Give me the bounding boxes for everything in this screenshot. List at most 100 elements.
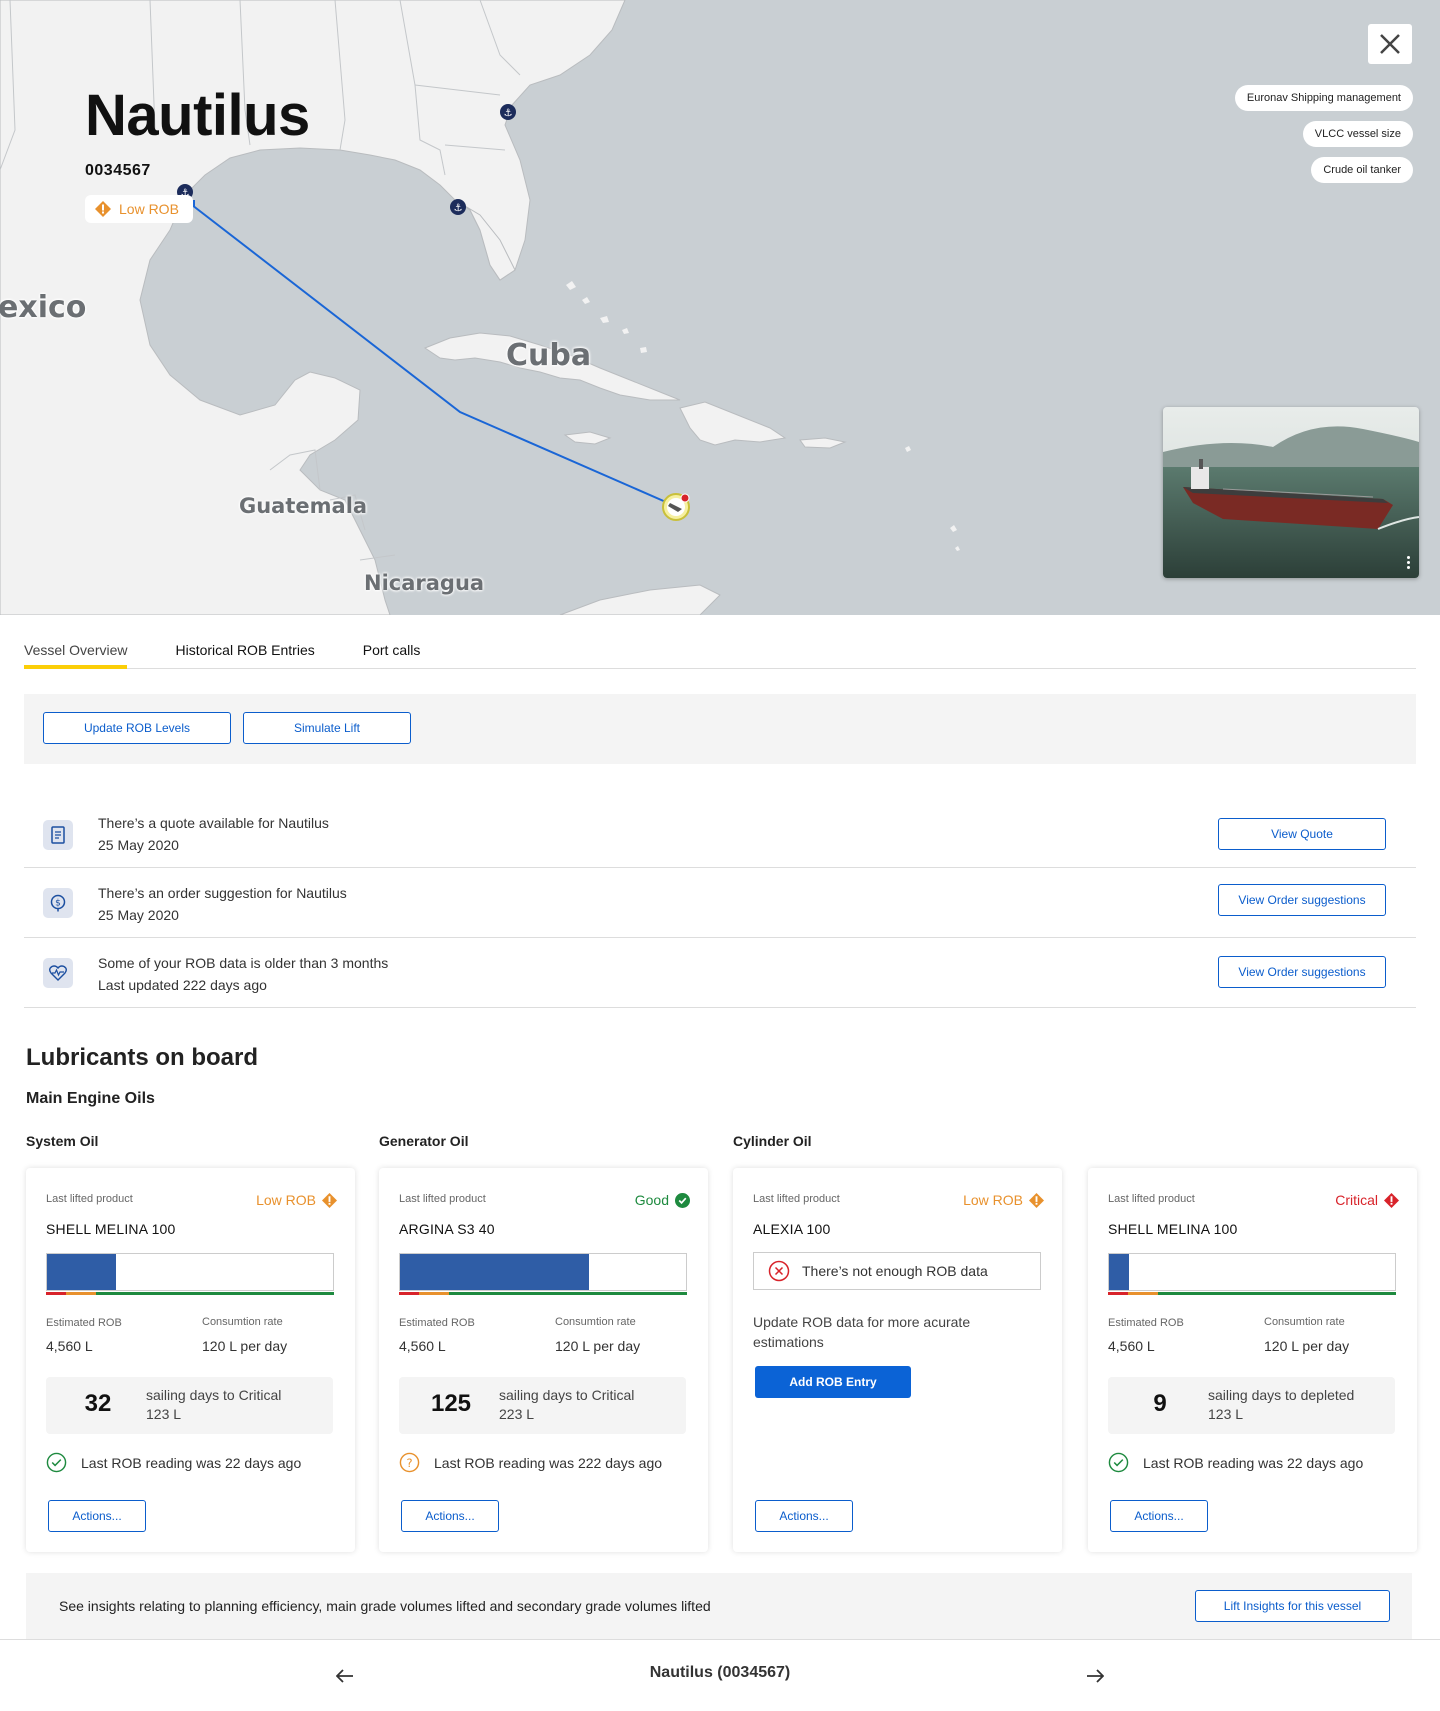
column-title-generator-oil: Generator Oil (379, 1133, 469, 1149)
vessel-tabs: Vessel Overview Historical ROB Entries P… (24, 615, 1416, 669)
tab-vessel-overview[interactable]: Vessel Overview (24, 615, 128, 669)
tab-historical-rob[interactable]: Historical ROB Entries (175, 615, 314, 668)
vessel-navigation-footer: Nautilus (0034567) (0, 1639, 1440, 1711)
last-lifted-label: Last lifted product (753, 1193, 840, 1205)
close-button[interactable] (1368, 24, 1412, 64)
main-engine-oils-title: Main Engine Oils (26, 1090, 155, 1107)
rob-scale (46, 1292, 334, 1295)
document-icon (43, 820, 73, 850)
rob-level-fill (1109, 1254, 1130, 1290)
notification-title: There’s a quote available for Nautilus (98, 815, 329, 831)
rob-scale (1108, 1292, 1396, 1295)
action-bar: Update ROB Levels Simulate Lift (24, 694, 1416, 764)
lift-insights-banner: See insights relating to planning effici… (26, 1573, 1412, 1639)
check-circle-icon (1108, 1452, 1129, 1473)
notification-date: 25 May 2020 (98, 837, 179, 853)
actions-button[interactable]: Actions... (1110, 1500, 1208, 1532)
sailing-days-volume: 123 L (1208, 1406, 1244, 1422)
vessel-image (1163, 407, 1419, 578)
status-badge: Good (635, 1192, 690, 1208)
tab-port-calls[interactable]: Port calls (363, 615, 421, 668)
notification-order-suggestion: $ There’s an order suggestion for Nautil… (24, 868, 1416, 938)
sailing-days-text: sailing days to Critical (499, 1387, 635, 1403)
status-badge: Critical (1335, 1192, 1399, 1208)
rob-level-bar (1108, 1253, 1396, 1291)
arrow-right-icon (1087, 1669, 1104, 1683)
actions-button[interactable]: Actions... (401, 1500, 499, 1532)
last-reading-text: Last ROB reading was 22 days ago (81, 1454, 302, 1471)
map-label-nicaragua: Nicaragua (364, 571, 485, 595)
notification-date: 25 May 2020 (98, 907, 179, 923)
consumption-rate-value: 120 L per day (202, 1338, 288, 1354)
actions-button[interactable]: Actions... (755, 1500, 853, 1532)
update-rob-hint: Update ROB data for more acurate estimat… (753, 1314, 971, 1350)
not-enough-data-text: There’s not enough ROB data (802, 1263, 988, 1279)
vessel-status-text: Low ROB (119, 201, 179, 217)
sailing-days-number: 32 (84, 1390, 112, 1417)
sailing-days-box: 125 sailing days to Critical 223 L (399, 1377, 686, 1434)
column-title-cylinder-oil: Cylinder Oil (733, 1133, 812, 1149)
lift-insights-button[interactable]: Lift Insights for this vessel (1195, 1590, 1390, 1622)
status-text: Good (634, 1192, 669, 1208)
vessel-name: Nautilus (85, 83, 310, 148)
sailing-days-box: 32 sailing days to Critical 123 L (46, 1377, 333, 1434)
last-lifted-label: Last lifted product (1108, 1193, 1195, 1205)
close-icon (1380, 34, 1400, 54)
check-filled-icon (675, 1192, 690, 1208)
sailing-days-text: sailing days to depleted (1208, 1387, 1355, 1403)
lubricants-title: Lubricants on board (26, 1044, 259, 1071)
last-reading: Last ROB reading was 22 days ago (1108, 1452, 1363, 1473)
not-enough-data-box: There’s not enough ROB data (753, 1252, 1041, 1290)
view-order-suggestions-button[interactable]: View Order suggestions (1218, 884, 1386, 916)
port-anchor-icon: ⚓ (450, 199, 466, 215)
vessel-photo[interactable] (1163, 407, 1419, 578)
consumption-rate-label: Consumtion rate (1264, 1316, 1345, 1328)
vessel-status-badge: Low ROB (85, 195, 193, 223)
vessel-position-marker (662, 493, 690, 521)
update-rob-button[interactable]: Update ROB Levels (43, 712, 231, 744)
svg-text:?: ? (406, 1456, 412, 1470)
heart-pulse-icon (43, 958, 73, 988)
simulate-lift-button[interactable]: Simulate Lift (243, 712, 411, 744)
estimated-rob-label: Estimated ROB (399, 1317, 475, 1329)
vessel-id: 0034567 (85, 162, 151, 179)
view-order-suggestions-button-2[interactable]: View Order suggestions (1218, 956, 1386, 988)
map-label-cuba: Cuba (506, 338, 592, 373)
product-name: ALEXIA 100 (753, 1221, 831, 1237)
port-anchor-icon: ⚓ (500, 104, 516, 120)
actions-button[interactable]: Actions... (48, 1500, 146, 1532)
notification-title: Some of your ROB data is older than 3 mo… (98, 955, 389, 971)
sailing-days-text: sailing days to Critical (146, 1387, 282, 1403)
error-circle-icon (768, 1260, 790, 1282)
dollar-pin-icon: $ (43, 888, 73, 918)
vessel-map[interactable]: ⚓ ⚓ ⚓ exico Cuba Guatemala Nicaragua Nau… (0, 0, 1440, 615)
consumption-rate-label: Consumtion rate (202, 1316, 283, 1328)
sailing-days-volume: 123 L (146, 1406, 182, 1422)
status-text: Low ROB (963, 1192, 1023, 1208)
lubricant-card-additional: Last lifted product Critical SHELL MELIN… (1088, 1168, 1417, 1552)
consumption-rate-value: 120 L per day (1264, 1338, 1350, 1354)
svg-text:⚓: ⚓ (454, 203, 463, 214)
status-badge: Low ROB (963, 1192, 1044, 1208)
last-lifted-label: Last lifted product (46, 1193, 133, 1205)
product-name: SHELL MELINA 100 (1108, 1221, 1238, 1237)
status-badge: Low ROB (256, 1192, 337, 1208)
notification-quote: There’s a quote available for Nautilus 2… (24, 798, 1416, 868)
photo-menu-icon[interactable] (1403, 554, 1413, 572)
rob-level-fill (47, 1254, 116, 1290)
sailing-days-number: 125 (430, 1390, 472, 1417)
consumption-rate-value: 120 L per day (555, 1338, 641, 1354)
notification-date: Last updated 222 days ago (98, 977, 267, 993)
status-text: Critical (1335, 1192, 1378, 1208)
notification-rob-data-old: Some of your ROB data is older than 3 mo… (24, 938, 1416, 1008)
sailing-days-number: 9 (1153, 1390, 1167, 1417)
lift-insights-text: See insights relating to planning effici… (59, 1598, 711, 1614)
last-reading-text: Last ROB reading was 222 days ago (434, 1454, 663, 1471)
next-vessel-button[interactable] (1081, 1662, 1109, 1690)
rob-level-fill (400, 1254, 589, 1290)
view-quote-button[interactable]: View Quote (1218, 818, 1386, 850)
warning-diamond-icon (322, 1192, 337, 1208)
add-rob-entry-button[interactable]: Add ROB Entry (755, 1366, 911, 1398)
rob-scale (399, 1292, 687, 1295)
column-title-system-oil: System Oil (26, 1133, 99, 1149)
